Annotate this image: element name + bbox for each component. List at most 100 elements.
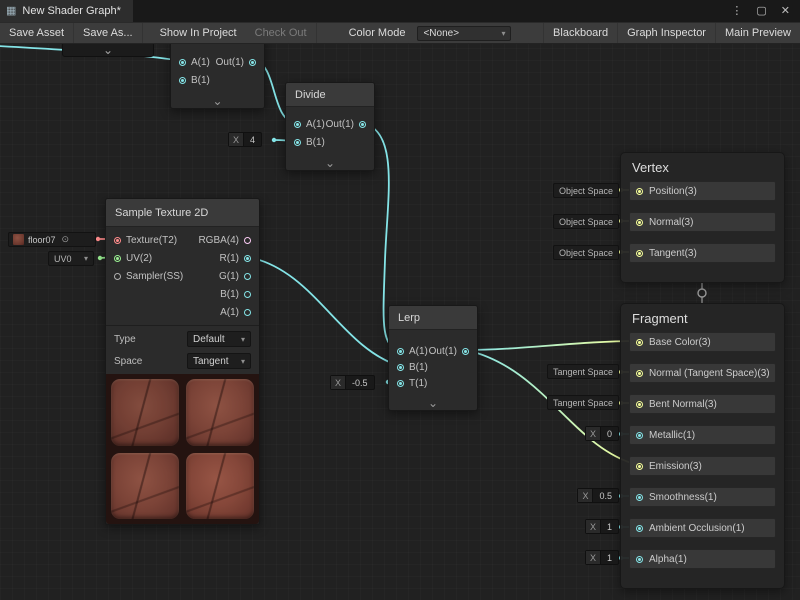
- tab-new-shader-graph[interactable]: ▦ New Shader Graph*: [0, 0, 133, 22]
- preview-collapse-button[interactable]: ⌄: [389, 395, 477, 410]
- input-port-metallic[interactable]: [636, 432, 643, 439]
- node-title[interactable]: Divide: [286, 83, 374, 107]
- input-port-bent-normal[interactable]: [636, 401, 643, 408]
- color-mode-label: Color Mode: [341, 23, 414, 43]
- shader-graph-icon: ▦: [6, 6, 16, 17]
- fragment-row-base-color[interactable]: Base Color(3): [629, 332, 776, 352]
- input-port-t[interactable]: [397, 380, 404, 387]
- maximize-icon[interactable]: ▢: [756, 6, 766, 17]
- input-port-position[interactable]: [636, 188, 643, 195]
- output-port-out[interactable]: [359, 121, 366, 128]
- preview-collapse-button[interactable]: ⌄: [171, 93, 264, 108]
- fragment-row-normal[interactable]: Normal (Tangent Space)(3): [629, 363, 776, 383]
- preview-tile: [111, 453, 179, 520]
- chevron-down-icon: ▾: [84, 254, 88, 263]
- chevron-down-icon: ▾: [501, 29, 505, 38]
- alpha-default-field[interactable]: X1: [585, 550, 619, 565]
- input-port-smoothness[interactable]: [636, 494, 643, 501]
- input-port-a[interactable]: [397, 348, 404, 355]
- input-port-texture[interactable]: [114, 237, 121, 244]
- input-port-b[interactable]: [397, 364, 404, 371]
- chevron-down-icon: ⌄: [325, 160, 335, 166]
- node-title[interactable]: Sample Texture 2D: [106, 199, 259, 227]
- node-partial[interactable]: A(1) Out(1) B(1) ⌄: [170, 36, 265, 109]
- metallic-default-field[interactable]: X0: [585, 426, 619, 441]
- frag-normal-space-dropdown[interactable]: Tangent Space: [547, 364, 619, 379]
- input-port-sampler[interactable]: [114, 273, 121, 280]
- texture-thumbnail: [13, 234, 24, 245]
- preview-collapse-button[interactable]: ⌄: [286, 155, 374, 170]
- input-port-normal[interactable]: [636, 219, 643, 226]
- tangent-space-dropdown[interactable]: Object Space: [553, 245, 619, 260]
- fragment-row-emission[interactable]: Emission(3): [629, 456, 776, 476]
- ao-default-field[interactable]: X1: [585, 519, 619, 534]
- input-port-emission[interactable]: [636, 463, 643, 470]
- preview-tile: [186, 453, 254, 520]
- input-port-alpha[interactable]: [636, 556, 643, 563]
- texture-preview: [106, 374, 259, 524]
- chevron-down-icon[interactable]: ⌄: [103, 47, 113, 53]
- collapsed-node[interactable]: ⌄: [62, 42, 154, 57]
- input-port-normal-ts[interactable]: [636, 370, 643, 377]
- fragment-row-alpha[interactable]: Alpha(1): [629, 549, 776, 569]
- input-port-tangent[interactable]: [636, 250, 643, 257]
- check-out-button: Check Out: [246, 23, 317, 43]
- input-port-uv[interactable]: [114, 255, 121, 262]
- chevron-down-icon: ▾: [241, 357, 245, 366]
- output-port-b[interactable]: [244, 291, 251, 298]
- divide-b-default-field[interactable]: X 4: [228, 132, 262, 147]
- lerp-t-default-field[interactable]: X -0.5: [330, 375, 375, 390]
- input-port-b[interactable]: [294, 139, 301, 146]
- fragment-block[interactable]: Fragment Base Color(3) Normal (Tangent S…: [620, 303, 785, 589]
- close-icon[interactable]: ✕: [781, 6, 790, 17]
- output-port-out[interactable]: [462, 348, 469, 355]
- chevron-down-icon: ⌄: [212, 98, 222, 104]
- space-dropdown[interactable]: Tangent ▾: [187, 353, 251, 369]
- input-port-b[interactable]: [179, 77, 186, 84]
- input-port-base-color[interactable]: [636, 339, 643, 346]
- block-title: Fragment: [621, 304, 784, 332]
- fragment-row-bent-normal[interactable]: Bent Normal(3): [629, 394, 776, 414]
- chevron-down-icon: ▾: [241, 335, 245, 344]
- smoothness-default-field[interactable]: X0.5: [577, 488, 619, 503]
- title-bar: ▦ New Shader Graph* ⋮ ▢ ✕: [0, 0, 800, 22]
- vertex-row-normal[interactable]: Normal(3): [629, 212, 776, 232]
- input-port-ambient-occlusion[interactable]: [636, 525, 643, 532]
- save-as-button[interactable]: Save As...: [74, 23, 143, 43]
- vertex-row-position[interactable]: Position(3): [629, 181, 776, 201]
- fragment-row-metallic[interactable]: Metallic(1): [629, 425, 776, 445]
- port-label: Out(1): [216, 57, 244, 68]
- save-asset-button[interactable]: Save Asset: [0, 23, 74, 43]
- normal-space-dropdown[interactable]: Object Space: [553, 214, 619, 229]
- show-in-project-button[interactable]: Show In Project: [151, 23, 246, 43]
- node-title[interactable]: Lerp: [389, 306, 477, 330]
- port-label: B(1): [191, 75, 210, 86]
- graph-inspector-toggle[interactable]: Graph Inspector: [617, 23, 715, 43]
- output-port-rgba[interactable]: [244, 237, 251, 244]
- main-preview-toggle[interactable]: Main Preview: [715, 23, 800, 43]
- input-port-a[interactable]: [294, 121, 301, 128]
- color-mode-dropdown[interactable]: <None> ▾: [417, 26, 511, 41]
- object-picker-icon[interactable]: ⊙: [62, 234, 70, 245]
- output-port-r[interactable]: [244, 255, 251, 262]
- toolbar: Save Asset Save As... Show In Project Ch…: [0, 22, 800, 44]
- vertex-row-tangent[interactable]: Tangent(3): [629, 243, 776, 263]
- input-port-a[interactable]: [179, 59, 186, 66]
- position-space-dropdown[interactable]: Object Space: [553, 183, 619, 198]
- frag-bent-normal-space-dropdown[interactable]: Tangent Space: [547, 395, 619, 410]
- node-sample-texture-2d[interactable]: Sample Texture 2D Texture(T2) RGBA(4) UV…: [105, 198, 260, 525]
- output-port-out[interactable]: [249, 59, 256, 66]
- vertex-block[interactable]: Vertex Position(3) Normal(3) Tangent(3): [620, 152, 785, 283]
- preview-tile: [186, 379, 254, 446]
- output-port-g[interactable]: [244, 273, 251, 280]
- more-menu-icon[interactable]: ⋮: [731, 6, 742, 17]
- output-port-a[interactable]: [244, 309, 251, 316]
- node-divide[interactable]: Divide A(1) Out(1) B(1) ⌄: [285, 82, 375, 171]
- blackboard-toggle[interactable]: Blackboard: [543, 23, 617, 43]
- fragment-row-smoothness[interactable]: Smoothness(1): [629, 487, 776, 507]
- fragment-row-ambient-occlusion[interactable]: Ambient Occlusion(1): [629, 518, 776, 538]
- type-dropdown[interactable]: Default ▾: [187, 331, 251, 347]
- uv-channel-dropdown[interactable]: UV0 ▾: [48, 251, 94, 266]
- texture-object-field[interactable]: floor07 ⊙: [8, 232, 96, 247]
- node-lerp[interactable]: Lerp A(1) Out(1) B(1) T(1) ⌄: [388, 305, 478, 411]
